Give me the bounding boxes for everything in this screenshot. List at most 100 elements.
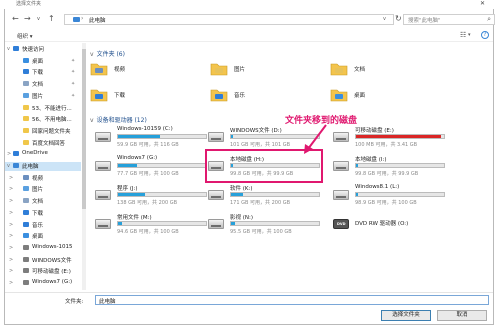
sidebar-item[interactable]: > WINDOWS文件	[5, 256, 81, 265]
sidebar-item-label: 53、不能进行...	[32, 105, 72, 112]
chevron-right-icon[interactable]: >	[9, 233, 13, 239]
drive-item[interactable]: 影视 (N:) 95.5 GB 可用，共 100 GB	[208, 213, 326, 237]
drive-usage-fill	[118, 135, 161, 138]
sidebar-item[interactable]: > Windows7 (G:)	[5, 279, 81, 288]
drive-usage-fill	[231, 222, 236, 225]
forward-arrow-icon[interactable]: →	[24, 14, 31, 23]
sidebar-item-label: 图片	[32, 93, 44, 100]
breadcrumb-this-pc[interactable]: 此电脑	[89, 16, 106, 24]
search-icon[interactable]: ⌕	[487, 15, 491, 24]
chevron-right-icon[interactable]: >	[9, 175, 13, 181]
chevron-down-icon[interactable]: v	[7, 46, 10, 52]
hard-drive-icon	[208, 219, 224, 229]
chevron-right-icon[interactable]: >	[7, 151, 11, 157]
drive-usage-bar	[230, 221, 320, 226]
folder-item[interactable]: 音乐	[210, 86, 320, 108]
sidebar-item-icon	[23, 233, 29, 239]
chevron-right-icon[interactable]: >	[9, 257, 13, 263]
section-header-drives[interactable]: v 设备和驱动器 (12)	[90, 115, 147, 124]
command-bar: 组织 ▾ ☷ ▾ ?	[5, 30, 493, 42]
help-icon[interactable]: ?	[481, 31, 489, 39]
sidebar-item[interactable]: v 此电脑	[5, 162, 81, 171]
folder-input[interactable]: 此电脑	[95, 295, 489, 305]
sidebar-item[interactable]: > Windows-1015	[5, 244, 81, 253]
sidebar-item[interactable]: > 音乐	[5, 221, 81, 230]
folder-item[interactable]: 桌面	[330, 86, 440, 108]
drive-usage-bar	[117, 134, 207, 139]
sidebar-item[interactable]: > 下载	[5, 209, 81, 218]
sidebar-item[interactable]: 53、不能进行...	[5, 104, 81, 113]
chevron-down-icon[interactable]: v	[7, 163, 10, 169]
sidebar-item[interactable]: 桌面 ✦	[5, 57, 81, 66]
sidebar-item-label: 下载	[32, 210, 44, 217]
view-options-icon[interactable]: ☷	[460, 31, 466, 39]
folder-item[interactable]: 视频	[90, 60, 200, 82]
sidebar-item-label: 图片	[32, 187, 44, 194]
sidebar-item-icon	[23, 127, 29, 133]
chevron-right-icon[interactable]: >	[9, 186, 13, 192]
sidebar-item-icon	[23, 280, 29, 285]
folder-item[interactable]: 下载	[90, 86, 200, 108]
drive-item[interactable]: Windows8.1 (L:) 98.9 GB 可用，共 100 GB	[333, 184, 451, 208]
cancel-button[interactable]: 取消	[437, 310, 487, 321]
sidebar-item-label: 音乐	[32, 222, 44, 229]
sidebar-item[interactable]: > 文档	[5, 197, 81, 206]
up-arrow-icon[interactable]: ↑	[48, 14, 55, 23]
address-dropdown-icon[interactable]: v	[383, 16, 386, 22]
sidebar-item[interactable]: v 快速访问	[5, 45, 81, 54]
pin-icon[interactable]: ✦	[71, 81, 75, 87]
drive-space-info: 171 GB 可用，共 200 GB	[230, 200, 291, 206]
sidebar-item[interactable]: 百度文档回答	[5, 139, 81, 148]
pin-icon[interactable]: ✦	[71, 69, 75, 75]
dvd-drive-item[interactable]: DVD DVD RW 驱动器 (O:)	[333, 213, 451, 237]
drive-usage-fill	[356, 193, 358, 196]
sidebar-item-icon	[23, 174, 29, 180]
chevron-right-icon[interactable]: >	[9, 280, 13, 286]
chevron-down-icon[interactable]: v	[90, 51, 94, 58]
sidebar-item[interactable]: 回家问题文件夹	[5, 127, 81, 136]
sidebar-item[interactable]: > 可移动磁盘 (E:)	[5, 267, 81, 276]
view-dropdown-icon[interactable]: ▾	[468, 32, 471, 38]
chevron-right-icon[interactable]: >	[9, 268, 13, 274]
folder-item[interactable]: 文档	[330, 60, 440, 82]
sidebar-item[interactable]: > OneDrive	[5, 150, 81, 159]
sidebar-item[interactable]: > 视频	[5, 174, 81, 183]
drive-item[interactable]: 程序 (J:) 138 GB 可用，共 200 GB	[95, 184, 213, 208]
folder-item[interactable]: 图片	[210, 60, 320, 82]
select-folder-button[interactable]: 选择文件夹	[381, 310, 431, 321]
pin-icon[interactable]: ✦	[71, 93, 75, 99]
drive-space-info: 77.7 GB 可用，共 100 GB	[117, 171, 179, 177]
section-header-folders[interactable]: v 文件夹 (6)	[90, 49, 125, 58]
chevron-right-icon[interactable]: >	[9, 222, 13, 228]
chevron-right-icon[interactable]: >	[9, 198, 13, 204]
drive-item[interactable]: 可移动磁盘 (E:) 100 MB 可用，共 3.41 GB	[333, 126, 451, 150]
sidebar-item-label: 文档	[32, 82, 44, 89]
search-box[interactable]: 搜索"此电脑" ⌕	[403, 14, 495, 25]
organize-menu[interactable]: 组织 ▾	[17, 32, 33, 40]
sidebar-scroll-thumb[interactable]	[82, 49, 86, 209]
sidebar-item[interactable]: 下载 ✦	[5, 68, 81, 77]
drive-item[interactable]: Windows-10159 (C:) 59.9 GB 可用，共 116 GB	[95, 126, 213, 150]
sidebar-item-icon	[23, 69, 29, 75]
sidebar-item[interactable]: > 桌面	[5, 232, 81, 241]
chevron-right-icon[interactable]: >	[9, 210, 13, 216]
refresh-icon[interactable]: ↻	[395, 14, 402, 23]
drive-item[interactable]: Windows7 (G:) 77.7 GB 可用，共 100 GB	[95, 155, 213, 179]
sidebar-item[interactable]: 图片 ✦	[5, 92, 81, 101]
sidebar-item[interactable]: 56、不用电脑...	[5, 115, 81, 124]
close-icon[interactable]: ✕	[480, 0, 485, 7]
sidebar-item[interactable]: > 图片	[5, 185, 81, 194]
drive-item[interactable]: 本地磁盘 (I:) 99.8 GB 可用，共 99.9 GB	[333, 155, 451, 179]
drive-item[interactable]: 常用文件 (M:) 94.6 GB 可用，共 100 GB	[95, 213, 213, 237]
drive-item[interactable]: 软件 (K:) 171 GB 可用，共 200 GB	[208, 184, 326, 208]
chevron-down-icon[interactable]: v	[90, 117, 94, 124]
back-arrow-icon[interactable]: ←	[12, 14, 19, 23]
pin-icon[interactable]: ✦	[71, 58, 75, 64]
address-bar[interactable]: › 此电脑 v	[64, 14, 394, 25]
drive-space-info: 101 GB 可用，共 101 GB	[230, 142, 291, 148]
chevron-right-icon[interactable]: >	[9, 245, 13, 251]
dvd-logo-text: DVD	[337, 222, 346, 226]
sidebar-item-label: 可移动磁盘 (E:)	[32, 269, 71, 276]
history-dropdown-icon[interactable]: v	[37, 16, 40, 22]
sidebar-item[interactable]: 文档 ✦	[5, 80, 81, 89]
